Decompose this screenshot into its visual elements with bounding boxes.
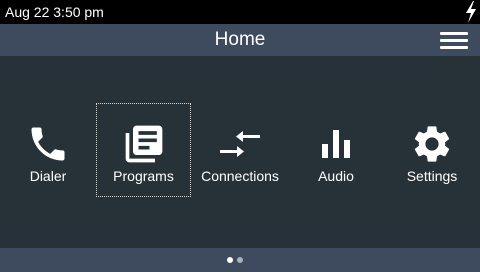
programs-library-icon	[125, 125, 162, 163]
lightning-bolt-icon	[466, 1, 476, 23]
page-indicator-dot-1[interactable]	[227, 257, 233, 263]
page-title: Home	[214, 29, 266, 50]
header-bar: Home	[0, 24, 480, 56]
app-label-programs: Programs	[113, 168, 174, 184]
menu-button[interactable]	[438, 29, 468, 51]
app-label-connections: Connections	[201, 168, 279, 184]
audio-levels-icon	[322, 130, 350, 158]
app-grid: Dialer Programs Connections Audio Settin…	[0, 56, 480, 248]
app-programs[interactable]: Programs	[96, 103, 191, 197]
app-label-dialer: Dialer	[29, 168, 67, 184]
app-connections[interactable]: Connections	[192, 104, 288, 196]
phone-icon	[31, 127, 65, 161]
hamburger-menu-icon	[440, 32, 468, 35]
footer-bar	[0, 248, 480, 272]
status-bar: Aug 22 3:50 pm	[0, 0, 480, 24]
app-label-audio: Audio	[318, 168, 354, 184]
app-dialer[interactable]: Dialer	[0, 104, 96, 196]
app-settings[interactable]: Settings	[384, 104, 480, 196]
status-time: Aug 22 3:50 pm	[5, 4, 104, 20]
app-audio[interactable]: Audio	[288, 104, 384, 196]
page-indicator-dot-2[interactable]	[237, 257, 243, 263]
gear-icon	[414, 126, 450, 162]
app-label-settings: Settings	[406, 168, 458, 184]
connections-arrows-icon	[220, 131, 260, 157]
